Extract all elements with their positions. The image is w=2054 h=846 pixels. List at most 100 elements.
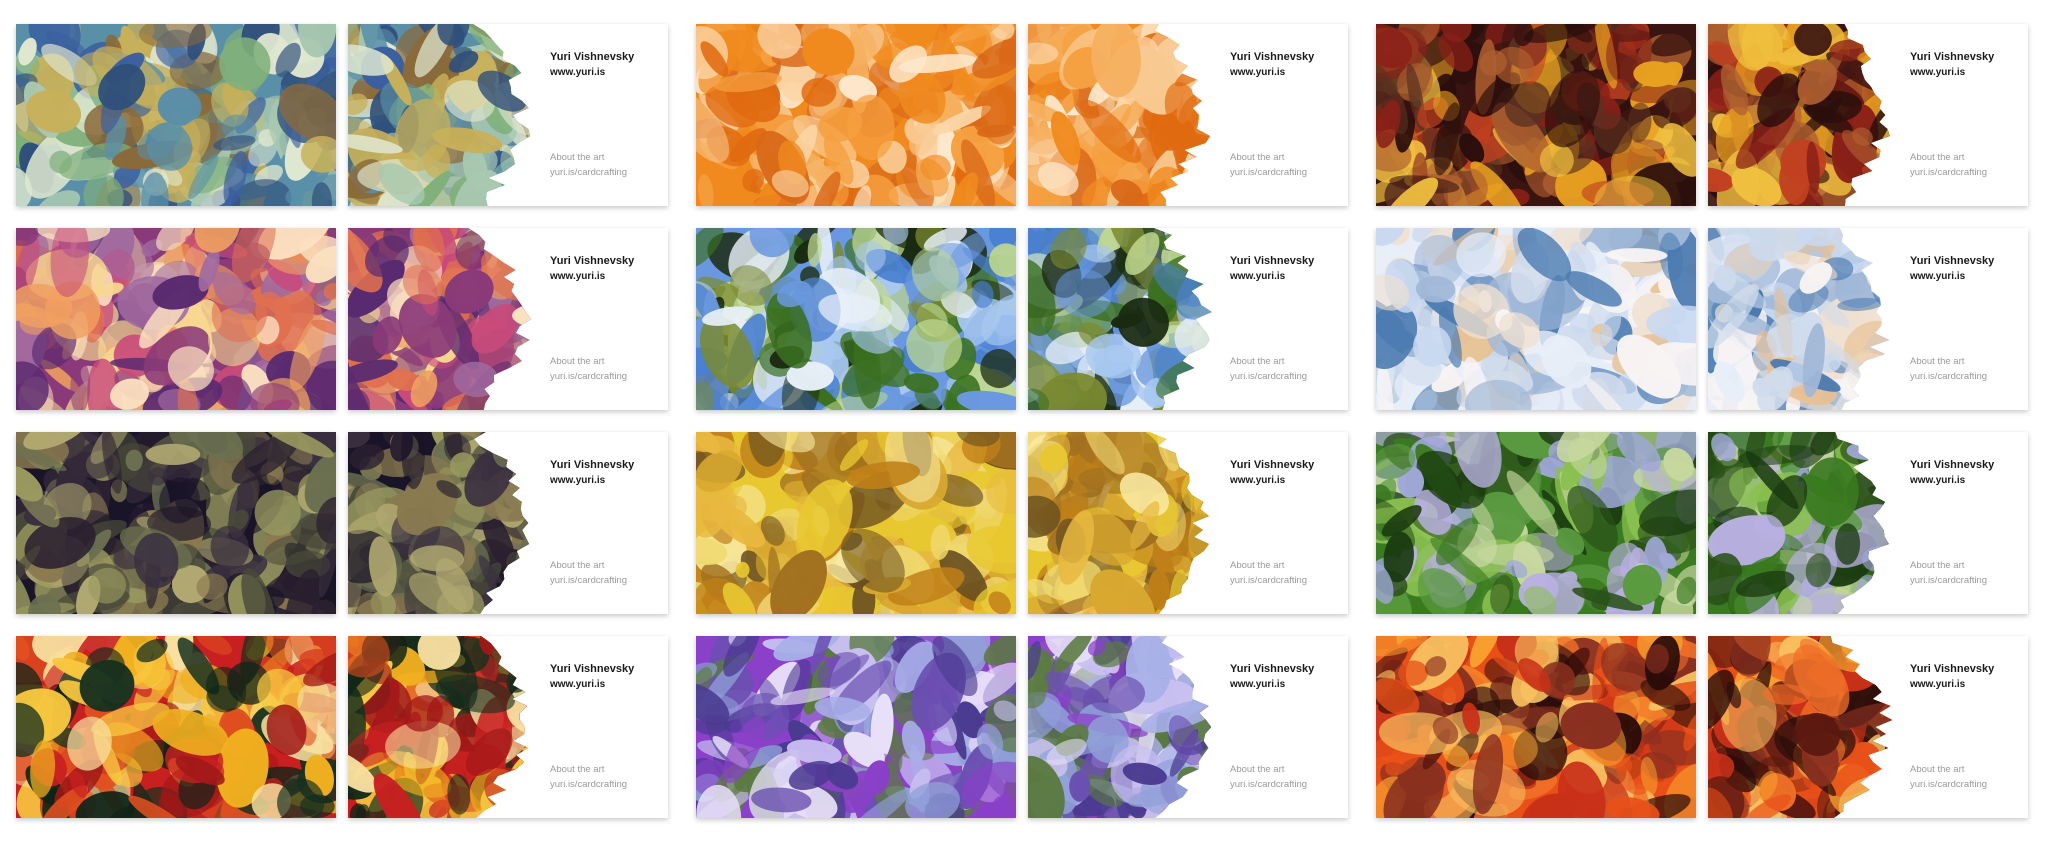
about-label: About the art [550, 152, 605, 163]
card-front [696, 24, 1016, 206]
about-label: About the art [550, 764, 605, 775]
card-name: Yuri Vishnevsky [1910, 255, 1995, 267]
card-front [16, 228, 336, 410]
contact-block: Yuri Vishnevsky www.yuri.is [1910, 662, 2022, 692]
about-label: About the art [1230, 356, 1285, 367]
card-front [1376, 24, 1696, 206]
card-front [696, 636, 1016, 818]
card-art [16, 24, 336, 206]
about-link: yuri.is/cardcrafting [1230, 167, 1308, 178]
contact-block: Yuri Vishnevsky www.yuri.is [1230, 458, 1342, 488]
card-back: Yuri Vishnevsky www.yuri.is About the art y… [348, 228, 668, 410]
card-art [1376, 24, 1696, 206]
card-back: Yuri Vishnevsky www.yuri.is About the art y… [1708, 432, 2028, 614]
card-name: Yuri Vishnevsky [1230, 459, 1315, 471]
about-link: yuri.is/cardcrafting [1910, 371, 1988, 382]
card-name: Yuri Vishnevsky [1910, 51, 1995, 63]
card-back: Yuri Vishnevsky www.yuri.is About the art y… [348, 432, 668, 614]
card-back: Yuri Vishnevsky www.yuri.is About the art y… [1028, 432, 1348, 614]
card-website: www.yuri.is [1230, 67, 1286, 78]
contact-block: Yuri Vishnevsky www.yuri.is [1230, 662, 1342, 692]
about-link: yuri.is/cardcrafting [1230, 779, 1308, 790]
card-front [696, 228, 1016, 410]
card-name: Yuri Vishnevsky [1230, 255, 1315, 267]
about-link: yuri.is/cardcrafting [550, 575, 628, 586]
card-website: www.yuri.is [550, 475, 606, 486]
about-label: About the art [550, 560, 605, 571]
contact-block: Yuri Vishnevsky www.yuri.is [1230, 254, 1342, 284]
about-label: About the art [1910, 152, 1965, 163]
card-art [696, 228, 1016, 410]
card-front [696, 432, 1016, 614]
about-block: About the art yuri.is/cardcrafting [1230, 558, 1342, 588]
contact-block: Yuri Vishnevsky www.yuri.is [1910, 50, 2022, 80]
about-link: yuri.is/cardcrafting [1230, 371, 1308, 382]
about-block: About the art yuri.is/cardcrafting [1230, 762, 1342, 792]
card-art [696, 432, 1016, 614]
about-link: yuri.is/cardcrafting [550, 779, 628, 790]
card-art [16, 228, 336, 410]
about-block: About the art yuri.is/cardcrafting [1230, 150, 1342, 180]
about-block: About the art yuri.is/cardcrafting [1910, 558, 2022, 588]
contact-block: Yuri Vishnevsky www.yuri.is [550, 662, 662, 692]
card-back: Yuri Vishnevsky www.yuri.is About the art y… [1028, 636, 1348, 818]
card-front [1376, 636, 1696, 818]
card-art [1376, 636, 1696, 818]
card-back: Yuri Vishnevsky www.yuri.is About the art y… [1708, 636, 2028, 818]
about-link: yuri.is/cardcrafting [1910, 167, 1988, 178]
card-art [16, 432, 336, 614]
about-block: About the art yuri.is/cardcrafting [1910, 762, 2022, 792]
about-block: About the art yuri.is/cardcrafting [1910, 354, 2022, 384]
card-back: Yuri Vishnevsky www.yuri.is About the art y… [348, 636, 668, 818]
about-block: About the art yuri.is/cardcrafting [550, 762, 662, 792]
about-block: About the art yuri.is/cardcrafting [550, 354, 662, 384]
card-art [16, 636, 336, 818]
about-block: About the art yuri.is/cardcrafting [1910, 150, 2022, 180]
about-link: yuri.is/cardcrafting [1230, 575, 1308, 586]
card-art [696, 24, 1016, 206]
card-art [696, 636, 1016, 818]
about-block: About the art yuri.is/cardcrafting [550, 150, 662, 180]
about-link: yuri.is/cardcrafting [550, 371, 628, 382]
card-name: Yuri Vishnevsky [1910, 459, 1995, 471]
card-name: Yuri Vishnevsky [550, 255, 635, 267]
about-label: About the art [1910, 764, 1965, 775]
about-label: About the art [550, 356, 605, 367]
about-label: About the art [1910, 560, 1965, 571]
card-website: www.yuri.is [1910, 271, 1966, 282]
card-website: www.yuri.is [1910, 679, 1966, 690]
contact-block: Yuri Vishnevsky www.yuri.is [1910, 458, 2022, 488]
contact-block: Yuri Vishnevsky www.yuri.is [1910, 254, 2022, 284]
card-website: www.yuri.is [1910, 67, 1966, 78]
card-website: www.yuri.is [1230, 679, 1286, 690]
card-name: Yuri Vishnevsky [1230, 663, 1315, 675]
about-link: yuri.is/cardcrafting [1910, 779, 1988, 790]
about-label: About the art [1910, 356, 1965, 367]
contact-block: Yuri Vishnevsky www.yuri.is [550, 458, 662, 488]
card-website: www.yuri.is [1230, 271, 1286, 282]
card-name: Yuri Vishnevsky [1910, 663, 1995, 675]
contact-block: Yuri Vishnevsky www.yuri.is [1230, 50, 1342, 80]
card-back: Yuri Vishnevsky www.yuri.is About the art y… [1708, 228, 2028, 410]
card-name: Yuri Vishnevsky [550, 459, 635, 471]
card-website: www.yuri.is [1230, 475, 1286, 486]
card-back: Yuri Vishnevsky www.yuri.is About the art y… [1708, 24, 2028, 206]
about-label: About the art [1230, 764, 1285, 775]
card-front [16, 24, 336, 206]
card-front [1376, 228, 1696, 410]
card-name: Yuri Vishnevsky [550, 51, 635, 63]
card-art [1376, 228, 1696, 410]
card-website: www.yuri.is [550, 679, 606, 690]
card-back: Yuri Vishnevsky www.yuri.is About the art y… [348, 24, 668, 206]
card-gallery: Yuri Vishnevsky www.yuri.is About the art y… [0, 0, 2054, 846]
card-front [1376, 432, 1696, 614]
card-art [1376, 432, 1696, 614]
card-website: www.yuri.is [550, 271, 606, 282]
card-back: Yuri Vishnevsky www.yuri.is About the art y… [1028, 228, 1348, 410]
about-label: About the art [1230, 560, 1285, 571]
card-website: www.yuri.is [1910, 475, 1966, 486]
about-link: yuri.is/cardcrafting [550, 167, 628, 178]
about-block: About the art yuri.is/cardcrafting [1230, 354, 1342, 384]
contact-block: Yuri Vishnevsky www.yuri.is [550, 254, 662, 284]
about-link: yuri.is/cardcrafting [1910, 575, 1988, 586]
